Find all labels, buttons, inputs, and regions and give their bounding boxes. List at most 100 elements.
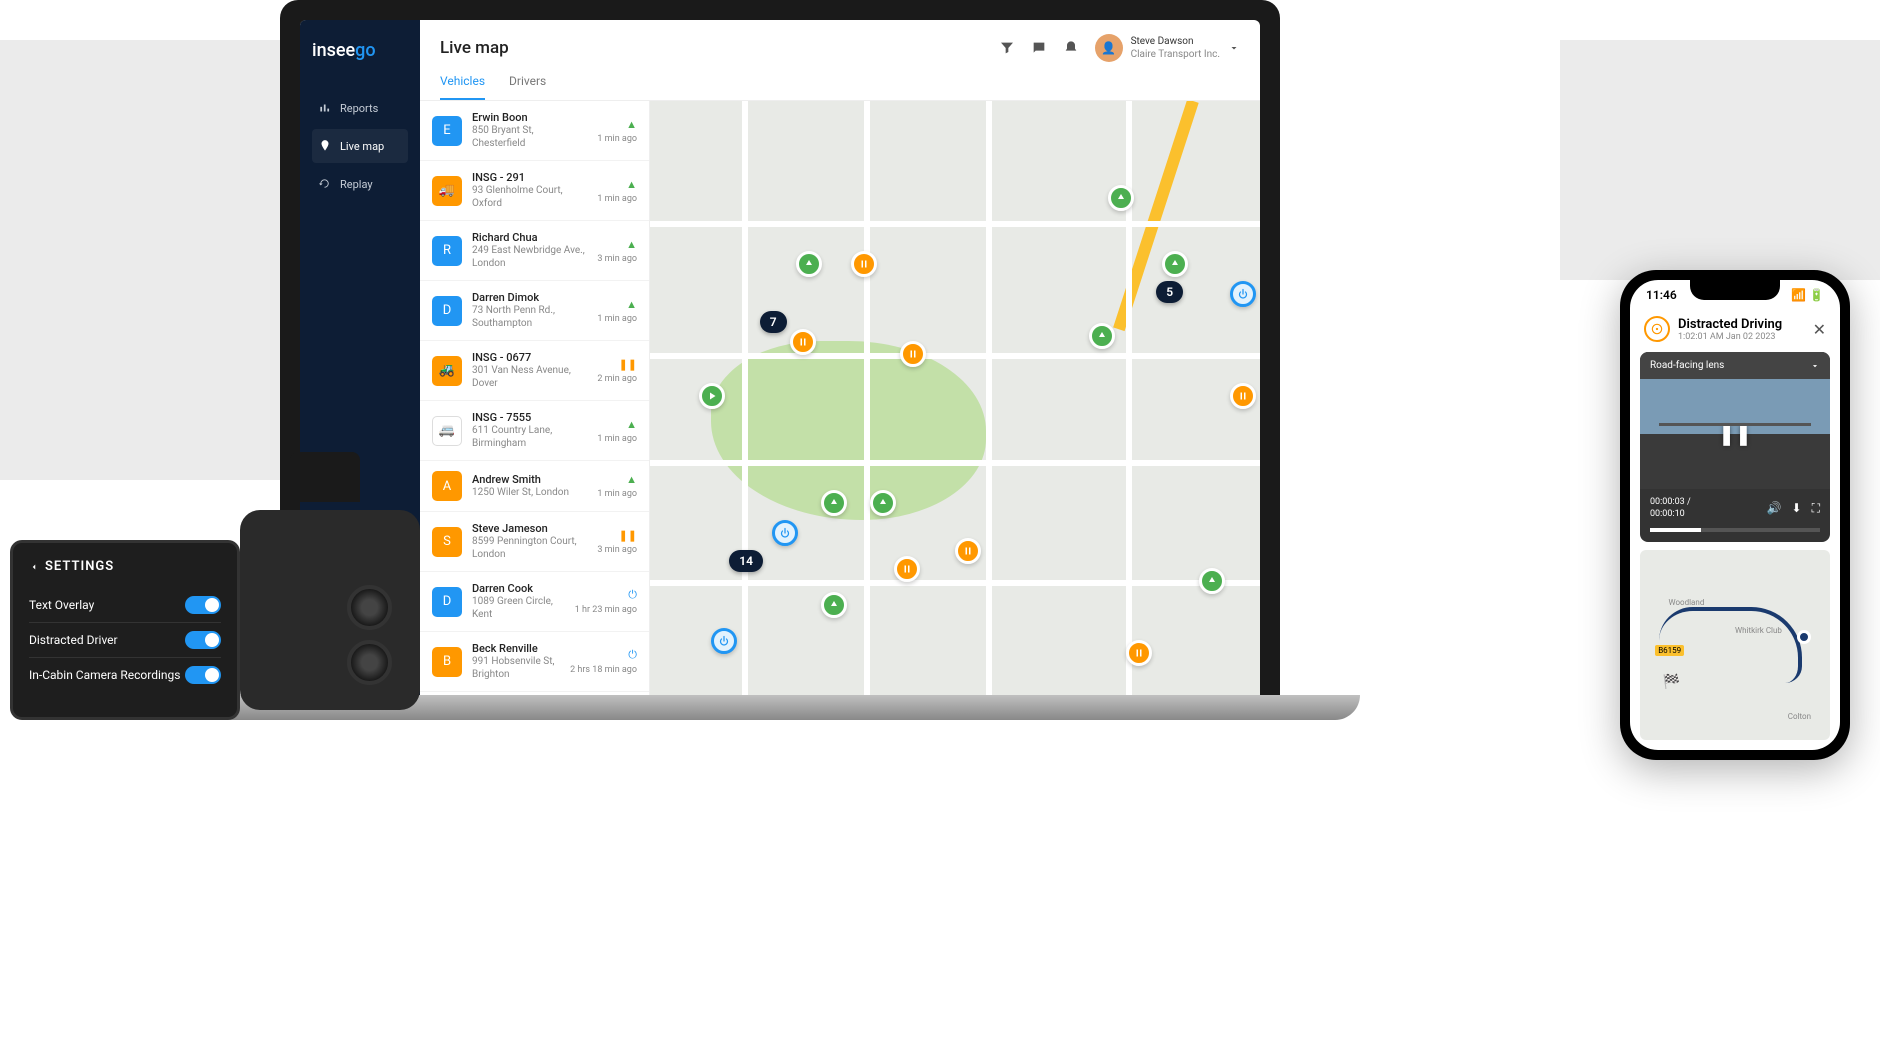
map-pin[interactable] <box>772 520 798 546</box>
map-pin[interactable] <box>821 592 847 618</box>
vehicle-status-icon: ❚❚ <box>619 529 637 542</box>
route-start-marker: 🏁 <box>1663 674 1680 690</box>
vehicle-status-icon: ▲ <box>626 238 637 251</box>
video-player[interactable]: Road-facing lens ❚❚ 00:00:03 / 00:00:10 … <box>1640 352 1830 542</box>
vehicle-address: 249 East Newbridge Ave., London <box>472 244 587 270</box>
vehicle-time: 1 hr 23 min ago <box>575 605 637 615</box>
route-map[interactable]: 🏁 Woodland Whitkirk Club Colton B6159 <box>1640 550 1830 740</box>
route-end-marker <box>1797 630 1811 644</box>
vehicle-row[interactable]: E Erwin Boon 850 Bryant St, Chesterfield… <box>420 101 649 161</box>
vehicle-row[interactable]: 🚐 INSG - 7555 611 Country Lane, Birmingh… <box>420 401 649 461</box>
volume-icon[interactable]: 🔊 <box>1767 501 1782 516</box>
chat-icon[interactable] <box>1031 40 1047 56</box>
chevron-left-icon[interactable] <box>29 560 39 574</box>
vehicle-time: 3 min ago <box>597 254 637 264</box>
map-cluster[interactable]: 5 <box>1156 281 1183 303</box>
vehicle-address: 93 Glenholme Court, Oxford <box>472 184 587 210</box>
nav-reports[interactable]: Reports <box>312 91 408 125</box>
map-pin[interactable] <box>790 329 816 355</box>
close-icon[interactable]: ✕ <box>1813 320 1826 339</box>
pause-icon[interactable]: ❚❚ <box>1718 422 1752 446</box>
vehicle-row[interactable]: B Beck Renville 991 Hobsenvile St, Brigh… <box>420 632 649 692</box>
vehicle-name: INSG - 0677 <box>472 351 587 364</box>
vehicle-row[interactable]: R Richard Chua 249 East Newbridge Ave., … <box>420 221 649 281</box>
vehicle-row[interactable]: S Steve Jameson 8599 Pennington Court, L… <box>420 512 649 572</box>
signal-icons: 📶 🔋 <box>1791 288 1824 302</box>
vehicle-row[interactable]: D Darren Dimok 73 North Penn Rd., Southa… <box>420 281 649 341</box>
vehicle-row[interactable]: 🚚 INSG - 291 93 Glenholme Court, Oxford … <box>420 161 649 221</box>
vehicle-address: 301 Van Ness Avenue, Dover <box>472 364 587 390</box>
map-pin[interactable] <box>870 490 896 516</box>
map-pin[interactable] <box>1108 185 1134 211</box>
setting-row: Text Overlay <box>29 588 221 623</box>
dashcam-screen: SETTINGS Text Overlay Distracted Driver … <box>10 540 240 720</box>
chevron-down-icon[interactable] <box>1810 361 1820 371</box>
lens-selector[interactable]: Road-facing lens <box>1650 360 1724 371</box>
vehicle-name: Richard Chua <box>472 231 587 244</box>
tabs: Vehicles Drivers <box>420 62 1260 101</box>
map-cluster[interactable]: 7 <box>760 311 787 333</box>
map-pin[interactable] <box>1089 323 1115 349</box>
video-preview[interactable]: ❚❚ <box>1640 379 1830 489</box>
map-pin[interactable] <box>1230 383 1256 409</box>
vehicle-list[interactable]: E Erwin Boon 850 Bryant St, Chesterfield… <box>420 101 650 700</box>
vehicle-status-icon: ▲ <box>626 298 637 311</box>
nav-live-map[interactable]: Live map <box>312 129 408 163</box>
map-pin[interactable] <box>900 341 926 367</box>
map-pin[interactable] <box>1126 640 1152 666</box>
vehicle-time: 2 hrs 18 min ago <box>570 665 637 675</box>
toggle-switch[interactable] <box>185 631 221 649</box>
map-pin[interactable] <box>955 538 981 564</box>
vehicle-status-icon: ▲ <box>626 418 637 431</box>
user-menu[interactable]: 👤 Steve Dawson Claire Transport Inc. <box>1095 34 1240 62</box>
map-pin[interactable] <box>711 628 737 654</box>
vehicle-address: 8599 Pennington Court, London <box>472 535 587 561</box>
vehicle-avatar: D <box>432 587 462 617</box>
camera-lens-icon <box>347 640 392 685</box>
filter-icon[interactable] <box>999 40 1015 56</box>
map-pin[interactable] <box>894 556 920 582</box>
map-pin[interactable] <box>796 251 822 277</box>
vehicle-row[interactable]: D Darren Cook 1089 Green Circle, Kent ⏻ … <box>420 572 649 632</box>
vehicle-address: 73 North Penn Rd., Southampton <box>472 304 587 330</box>
video-progress[interactable] <box>1650 528 1820 532</box>
map-pin[interactable] <box>851 251 877 277</box>
vehicle-address: 611 Country Lane, Birmingham <box>472 424 587 450</box>
tab-drivers[interactable]: Drivers <box>509 74 546 100</box>
vehicle-time: 1 min ago <box>597 489 637 499</box>
camera-lens-icon <box>347 585 392 630</box>
map-pin[interactable] <box>821 490 847 516</box>
vehicle-avatar: E <box>432 116 462 146</box>
vehicle-row[interactable]: A Andrew Smith 1250 Wiler St, London ▲ 1… <box>420 461 649 512</box>
bell-icon[interactable] <box>1063 40 1079 56</box>
map-pin[interactable] <box>1199 568 1225 594</box>
vehicle-status-icon: ❚❚ <box>619 358 637 371</box>
vehicle-avatar: S <box>432 527 462 557</box>
vehicle-name: Darren Cook <box>472 582 565 595</box>
vehicle-status-icon: ▲ <box>626 473 637 486</box>
fullscreen-icon[interactable]: ⛶ <box>1812 501 1820 516</box>
app-window: inseego Reports Live map Replay Live map <box>300 20 1260 700</box>
setting-row: Distracted Driver <box>29 623 221 658</box>
map-pin[interactable] <box>699 383 725 409</box>
toggle-switch[interactable] <box>185 596 221 614</box>
vehicle-address: 1089 Green Circle, Kent <box>472 595 565 621</box>
vehicle-address: 1250 Wiler St, London <box>472 486 587 499</box>
video-time-current: 00:00:03 / <box>1650 497 1691 509</box>
vehicle-row[interactable]: 🚜 INSG - 0677 301 Van Ness Avenue, Dover… <box>420 341 649 401</box>
map-pin[interactable] <box>1162 251 1188 277</box>
download-icon[interactable]: ⬇ <box>1792 501 1802 516</box>
live-map[interactable]: 7 14 5 <box>650 101 1260 700</box>
setting-row: In-Cabin Camera Recordings <box>29 658 221 692</box>
tab-vehicles[interactable]: Vehicles <box>440 74 485 100</box>
toggle-switch[interactable] <box>185 666 221 684</box>
map-pin[interactable] <box>1230 281 1256 307</box>
map-cluster[interactable]: 14 <box>729 550 763 572</box>
vehicle-name: Erwin Boon <box>472 111 587 124</box>
topbar: Live map 👤 Steve Dawson Claire Transport… <box>420 20 1260 62</box>
vehicle-name: Beck Renville <box>472 642 560 655</box>
vehicle-avatar: 🚚 <box>432 176 462 206</box>
vehicle-name: INSG - 291 <box>472 171 587 184</box>
nav-replay[interactable]: Replay <box>312 167 408 201</box>
laptop-device: inseego Reports Live map Replay Live map <box>280 0 1280 720</box>
